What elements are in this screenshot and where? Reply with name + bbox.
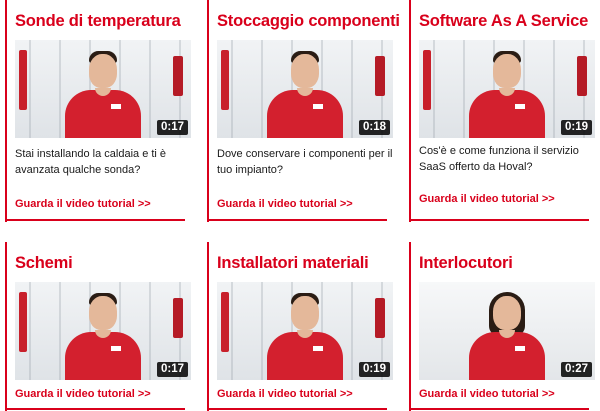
duration-badge: 0:19 — [560, 120, 592, 135]
card-divider — [409, 408, 589, 410]
watch-tutorial-link[interactable]: Guarda il video tutorial >> — [217, 198, 353, 210]
thumbnail-decor — [19, 50, 27, 110]
video-thumbnail[interactable]: 0:19 — [419, 40, 595, 138]
duration-badge: 0:19 — [358, 362, 390, 377]
video-thumbnail[interactable]: 0:17 — [15, 282, 191, 380]
card-divider — [207, 219, 387, 221]
watch-tutorial-link[interactable]: Guarda il video tutorial >> — [15, 388, 151, 400]
video-card-1: Sonde di temperatura 0:17 Stai installan… — [5, 0, 198, 222]
video-card-2: Stoccaggio componenti 0:18 Dove conserva… — [207, 0, 400, 222]
card-title[interactable]: Software As A Service — [411, 11, 588, 31]
video-card-3: Software As A Service 0:19 Cos'è e come … — [409, 0, 600, 222]
video-thumbnail[interactable]: 0:18 — [217, 40, 393, 138]
card-title[interactable]: Interlocutori — [411, 253, 513, 273]
watch-tutorial-link[interactable]: Guarda il video tutorial >> — [419, 193, 555, 205]
watch-tutorial-link[interactable]: Guarda il video tutorial >> — [217, 388, 353, 400]
card-divider — [207, 408, 387, 410]
duration-badge: 0:17 — [156, 120, 188, 135]
presenter-figure — [259, 46, 351, 138]
presenter-figure — [461, 46, 553, 138]
presenter-figure — [461, 288, 553, 380]
video-thumbnail[interactable]: 0:19 — [217, 282, 393, 380]
duration-badge: 0:17 — [156, 362, 188, 377]
presenter-figure — [57, 288, 149, 380]
card-title[interactable]: Schemi — [7, 253, 73, 273]
card-description: Cos'è e come funziona il servizio SaaS o… — [419, 145, 579, 173]
duration-badge: 0:27 — [560, 362, 592, 377]
card-description: Dove conservare i componenti per il tuo … — [217, 148, 393, 176]
video-card-6: Interlocutori 0:27 Guarda il video tutor… — [409, 242, 600, 411]
card-divider — [409, 219, 589, 221]
card-divider — [5, 219, 185, 221]
card-divider — [5, 408, 185, 410]
card-title[interactable]: Sonde di temperatura — [7, 11, 181, 31]
presenter-figure — [57, 46, 149, 138]
watch-tutorial-link[interactable]: Guarda il video tutorial >> — [419, 388, 555, 400]
video-card-5: Installatori materiali 0:19 Guarda il vi… — [207, 242, 400, 411]
card-title[interactable]: Installatori materiali — [209, 253, 369, 273]
video-card-4: Schemi 0:17 Guarda il video tutorial >> — [5, 242, 198, 411]
card-title[interactable]: Stoccaggio componenti — [209, 11, 400, 31]
presenter-figure — [259, 288, 351, 380]
video-thumbnail[interactable]: 0:27 — [419, 282, 595, 380]
watch-tutorial-link[interactable]: Guarda il video tutorial >> — [15, 198, 151, 210]
thumbnail-decor — [173, 56, 183, 96]
duration-badge: 0:18 — [358, 120, 390, 135]
video-thumbnail[interactable]: 0:17 — [15, 40, 191, 138]
card-description: Stai installando la caldaia e ti è avanz… — [15, 148, 167, 176]
